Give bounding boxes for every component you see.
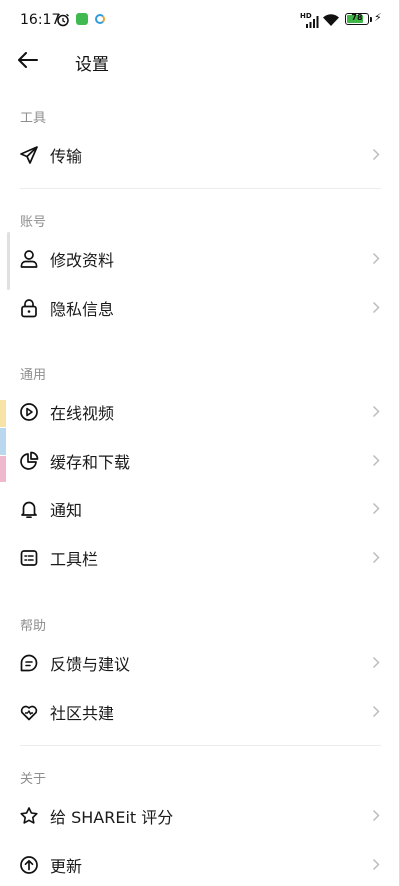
settings-item-label: 工具栏 <box>50 549 99 569</box>
section-label-tools: 工具 <box>20 111 47 126</box>
chat-icon <box>19 653 39 673</box>
star-icon <box>19 806 39 826</box>
settings-item-label: 修改资料 <box>50 250 115 270</box>
lock-icon <box>19 298 39 318</box>
section-label-account: 账号 <box>20 215 47 230</box>
settings-item-online-video[interactable]: 在线视频 <box>0 387 400 436</box>
chevron-right-icon <box>371 148 381 162</box>
chevron-right-icon <box>371 809 381 823</box>
chevron-right-icon <box>371 551 381 565</box>
arrow-left-icon <box>18 52 38 68</box>
battery-percent: 78 <box>351 13 363 22</box>
toolbar-icon <box>19 548 39 568</box>
arrow-up-circle-icon <box>19 855 39 875</box>
battery-icon: 78 <box>345 13 369 25</box>
chevron-right-icon <box>371 454 381 468</box>
settings-item-label: 传输 <box>50 146 83 166</box>
settings-item-cache-download[interactable]: 缓存和下载 <box>0 436 400 485</box>
play-circle-icon <box>19 402 39 422</box>
settings-item-privacy[interactable]: 隐私信息 <box>0 283 400 332</box>
battery-tip <box>370 17 372 22</box>
charging-icon: ⚡ <box>374 11 382 24</box>
back-button[interactable] <box>14 48 42 72</box>
settings-item-edit-profile[interactable]: 修改资料 <box>0 234 400 283</box>
heart-icon <box>19 702 39 722</box>
pie-chart-icon <box>19 451 39 471</box>
signal-icon <box>305 13 319 32</box>
chevron-right-icon <box>371 858 381 872</box>
settings-item-transfer[interactable]: 传输 <box>0 130 400 179</box>
status-time: 16:17 <box>20 12 61 28</box>
settings-item-label: 反馈与建议 <box>50 654 131 674</box>
settings-item-rate-app[interactable]: 给 SHAREit 评分 <box>0 791 400 840</box>
settings-item-label: 给 SHAREit 评分 <box>50 807 174 827</box>
section-label-help: 帮助 <box>20 619 47 634</box>
bell-icon <box>19 499 39 519</box>
settings-item-label: 社区共建 <box>50 703 115 723</box>
chevron-right-icon <box>371 405 381 419</box>
settings-item-label: 通知 <box>50 500 83 520</box>
wifi-icon <box>322 12 340 31</box>
settings-item-update[interactable]: 更新 <box>0 840 400 886</box>
chevron-right-icon <box>371 252 381 266</box>
top-bar: 设置 <box>0 40 400 80</box>
settings-item-toolbar[interactable]: 工具栏 <box>0 533 400 582</box>
alarm-icon <box>56 12 70 27</box>
sync-icon <box>95 14 105 24</box>
chevron-right-icon <box>371 301 381 315</box>
chevron-right-icon <box>371 502 381 516</box>
chevron-right-icon <box>371 656 381 670</box>
chevron-right-icon <box>371 705 381 719</box>
section-label-about: 关于 <box>20 772 47 787</box>
settings-item-label: 缓存和下载 <box>50 452 131 472</box>
settings-item-feedback[interactable]: 反馈与建议 <box>0 638 400 687</box>
status-bar: 16:17 HD 78 ⚡ <box>0 0 400 40</box>
settings-item-community[interactable]: 社区共建 <box>0 687 400 736</box>
settings-item-label: 更新 <box>50 856 83 876</box>
user-icon <box>19 249 39 269</box>
divider <box>20 188 381 189</box>
divider <box>20 745 381 746</box>
send-icon <box>19 145 39 165</box>
page-title: 设置 <box>75 55 109 75</box>
app-notification-icon <box>76 13 88 25</box>
section-label-general: 通用 <box>20 368 47 383</box>
settings-item-notifications[interactable]: 通知 <box>0 484 400 533</box>
settings-item-label: 在线视频 <box>50 403 115 423</box>
settings-item-label: 隐私信息 <box>50 299 115 319</box>
